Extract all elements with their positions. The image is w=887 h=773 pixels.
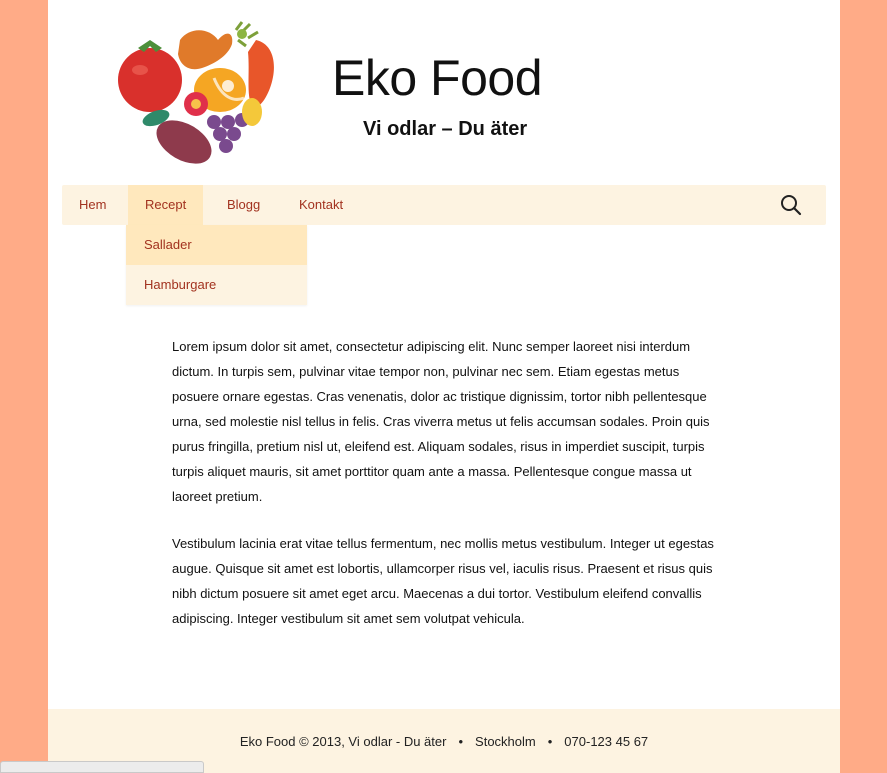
footer-separator: • (458, 734, 464, 749)
nav-item-kontakt[interactable]: Kontakt (282, 185, 360, 225)
nav-item-blogg[interactable]: Blogg (210, 185, 277, 225)
search-icon[interactable] (780, 194, 802, 216)
submenu-item-hamburgare[interactable]: Hamburgare (126, 265, 307, 305)
nav-item-hem[interactable]: Hem (62, 185, 123, 225)
entry-content: Lorem ipsum dolor sit amet, consectetur … (172, 334, 722, 653)
nav-item-recept[interactable]: Recept (128, 185, 204, 225)
footer-city: Stockholm (475, 734, 536, 749)
site-description: Vi odlar – Du äter (363, 118, 528, 140)
submenu-item-sallader[interactable]: Sallader (126, 225, 307, 265)
content-paragraph: Lorem ipsum dolor sit amet, consectetur … (172, 339, 710, 504)
footer-info: Eko Food © 2013, Vi odlar - Du äter • Stoc… (48, 734, 840, 749)
page: Eko Food Vi odlar – Du äter Hem Recept B… (48, 0, 840, 773)
recept-submenu: Sallader Hamburgare (126, 225, 307, 305)
site-title[interactable]: Eko Food (332, 48, 543, 108)
footer-phone: 070-123 45 67 (564, 734, 649, 749)
footer-separator: • (547, 734, 553, 749)
content-paragraph: Vestibulum lacinia erat vitae tellus fer… (172, 536, 714, 626)
eko-food-logo[interactable] (110, 18, 280, 168)
horizontal-scrollbar[interactable] (0, 761, 204, 773)
main-navigation: Hem Recept Blogg Kontakt (62, 185, 826, 225)
footer-copyright: Eko Food © 2013, Vi odlar - Du äter (239, 734, 447, 749)
